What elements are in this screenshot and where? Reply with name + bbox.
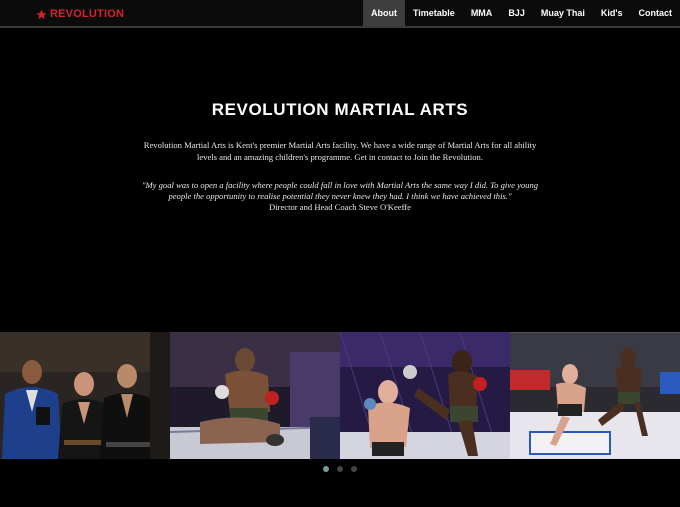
top-navbar: REVOLUTION About Timetable MMA BJJ Muay … bbox=[0, 0, 680, 28]
ground-fight-photo[interactable] bbox=[170, 332, 340, 459]
brand-name: REVOLUTION bbox=[50, 8, 125, 20]
carousel-dot-1[interactable] bbox=[323, 466, 329, 472]
hero-section: REVOLUTION MARTIAL ARTS Revolution Marti… bbox=[0, 100, 680, 213]
quote-attribution: Director and Head Coach Steve O'Keeffe bbox=[269, 202, 411, 212]
intro-paragraph: Revolution Martial Arts is Kent's premie… bbox=[143, 140, 537, 162]
carousel-dots bbox=[0, 466, 680, 472]
carousel-dot-3[interactable] bbox=[351, 466, 357, 472]
brand-logo[interactable]: REVOLUTION bbox=[36, 6, 124, 22]
nav-item-contact[interactable]: Contact bbox=[631, 0, 680, 26]
page-title: REVOLUTION MARTIAL ARTS bbox=[211, 100, 469, 119]
nav-item-about[interactable]: About bbox=[362, 0, 405, 26]
nav-item-kids[interactable]: Kid's bbox=[593, 0, 631, 26]
kick-fight-photo[interactable] bbox=[340, 332, 510, 459]
cage-fight-photo[interactable] bbox=[510, 332, 680, 459]
carousel-dot-2[interactable] bbox=[337, 466, 343, 472]
nav-item-timetable[interactable]: Timetable bbox=[405, 0, 463, 26]
photo-gallery bbox=[0, 332, 680, 459]
star-icon bbox=[36, 8, 47, 19]
nav-item-muay-thai[interactable]: Muay Thai bbox=[533, 0, 593, 26]
three-coaches-photo[interactable] bbox=[0, 332, 170, 459]
founder-quote: "My goal was to open a facility where pe… bbox=[141, 180, 539, 201]
nav-item-mma[interactable]: MMA bbox=[463, 0, 501, 26]
nav-item-bjj[interactable]: BJJ bbox=[500, 0, 533, 26]
main-nav: About Timetable MMA BJJ Muay Thai Kid's … bbox=[362, 0, 680, 26]
